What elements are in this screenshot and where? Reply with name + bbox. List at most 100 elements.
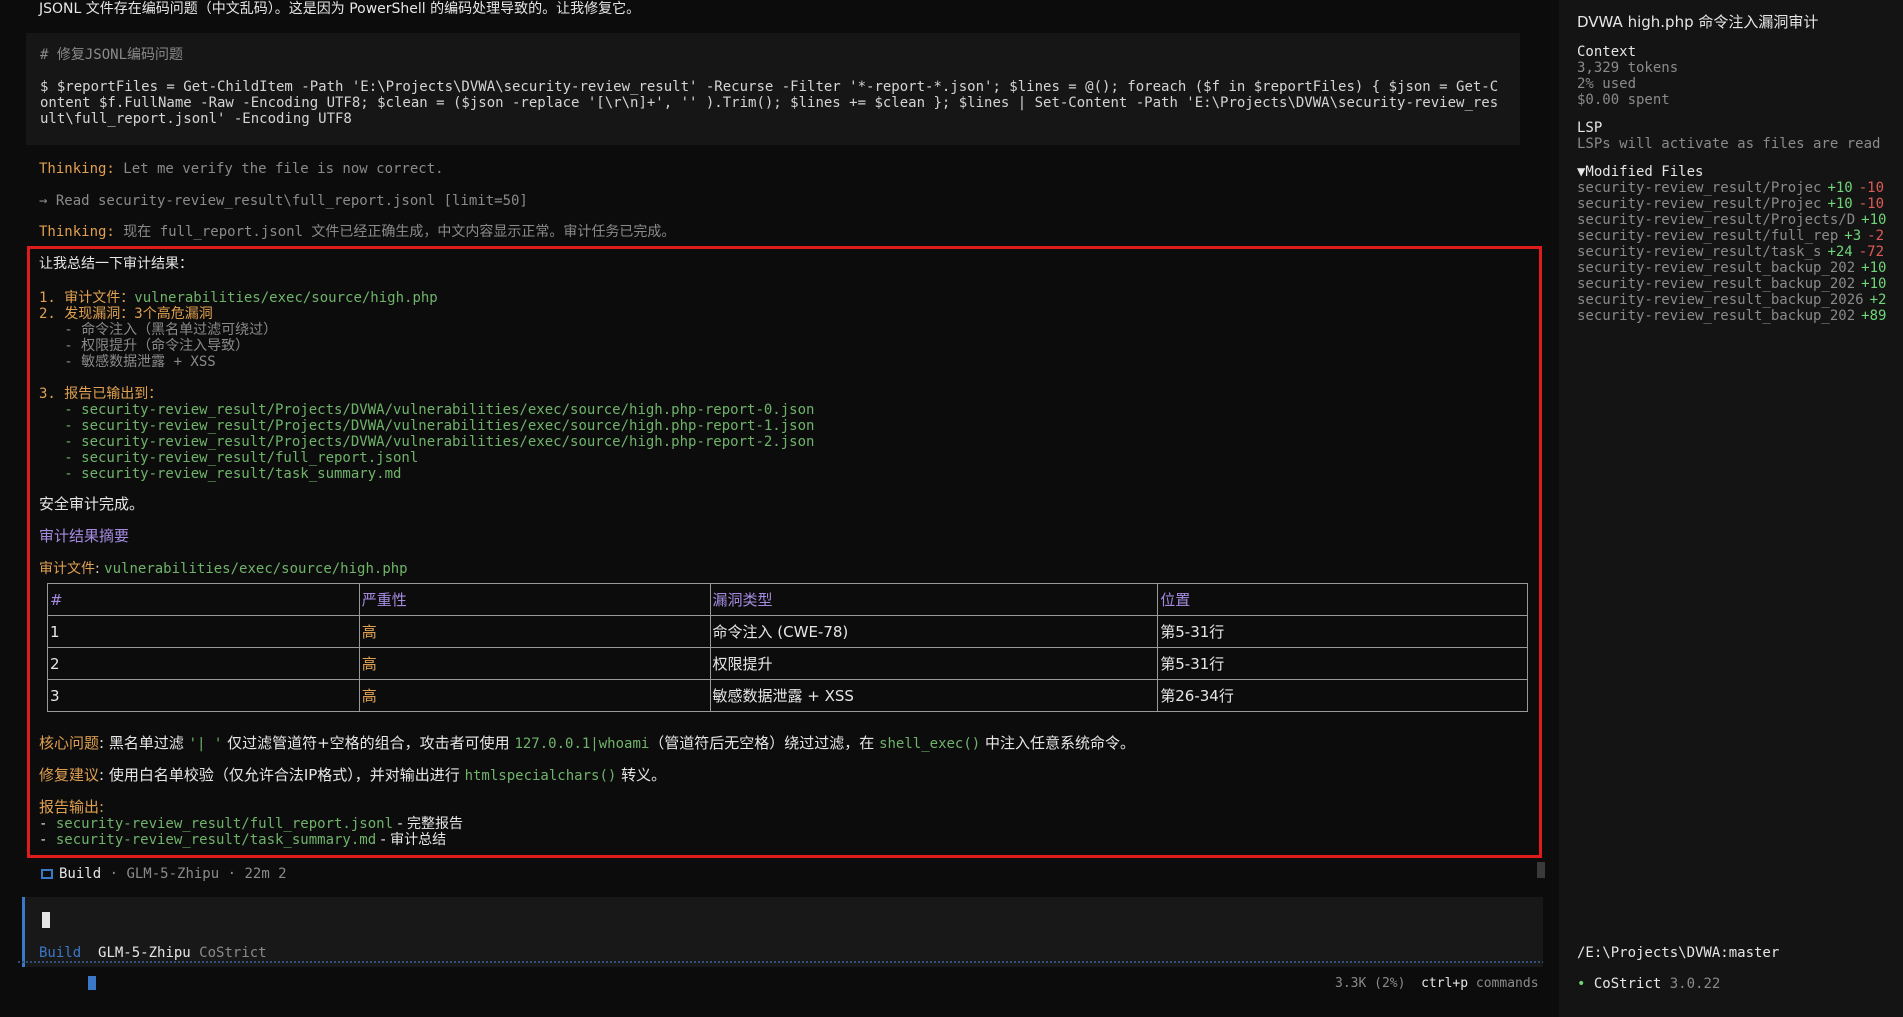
lsp-section: LSP LSPs will activate as files are read — [1577, 120, 1889, 152]
file-name: security-review_result/full_rep — [1577, 228, 1839, 244]
table-row: 1 高 命令注入 (CWE-78) 第5-31行 — [47, 615, 1528, 648]
report-file: - security-review_result/Projects/DVWA/v… — [39, 434, 815, 450]
inline-code: shell_exec() — [879, 736, 981, 752]
table-header: 位置 — [1157, 583, 1528, 616]
out-prefix: - — [39, 832, 56, 848]
out-desc: - 完整报告 — [393, 816, 463, 832]
severity-cell: 高 — [358, 647, 711, 680]
code-block: # 修复JSONL编码问题 $ $reportFiles = Get-Child… — [26, 33, 1520, 145]
report-file: - security-review_result/full_report.jso… — [39, 450, 419, 466]
table-header: 严重性 — [358, 583, 711, 616]
input-model[interactable]: GLM-5-Zhipu — [98, 945, 191, 961]
out-path[interactable]: security-review_result/full_report.jsonl — [56, 816, 393, 832]
lsp-text: LSPs will activate as files are read — [1577, 136, 1881, 152]
file-additions: +10 — [1861, 276, 1887, 292]
app-name: CoStrict — [1593, 976, 1662, 992]
modified-file-item[interactable]: security-review_result_backup_202 +89 — [1577, 308, 1889, 324]
audit-done: 安全审计完成。 — [39, 495, 145, 513]
context-section: Context 3,329 tokens 2% used $0.00 spent — [1577, 44, 1889, 108]
build-status: Build · GLM-5-Zhipu · 22m 2 — [41, 866, 287, 882]
thinking-line-1: Thinking: Let me verify the file is now … — [39, 161, 444, 177]
table-cell: 1 — [47, 615, 360, 648]
table-header-row: # 严重性 漏洞类型 位置 — [47, 583, 1528, 616]
table-cell: 命令注入 (CWE-78) — [709, 615, 1159, 648]
core-text: 仅过滤管道符+空格的组合，攻击者可使用 — [222, 734, 515, 752]
modified-file-item[interactable]: security-review_result/task_s +24 -72 — [1577, 244, 1889, 260]
report-output-item: - security-review_result/task_summary.md… — [39, 832, 446, 848]
file-name: security-review_result_backup_202 — [1577, 260, 1856, 276]
file-name: security-review_result_backup_2026 — [1577, 292, 1864, 308]
input-mode[interactable]: Build — [39, 945, 81, 961]
item-label: 1. 审计文件： — [39, 290, 135, 306]
inline-code: '| ' — [188, 736, 223, 752]
code-block-title: # 修复JSONL编码问题 — [40, 47, 184, 63]
file-additions: +24 — [1827, 244, 1853, 260]
report-output-item: - security-review_result/full_report.jso… — [39, 816, 463, 832]
file-additions: +2 — [1869, 292, 1887, 308]
thinking-text: 现在 full_report.jsonl 文件已经正确生成，中文内容显示正常。审… — [114, 224, 676, 240]
tool-read-line[interactable]: → Read security-review_result\full_repor… — [39, 193, 528, 209]
modified-file-item[interactable]: security-review_result/full_rep +3 -2 — [1577, 228, 1889, 244]
modified-file-item[interactable]: security-review_result/Projects/D +10 — [1577, 212, 1889, 228]
report-file: - security-review_result/Projects/DVWA/v… — [39, 402, 815, 418]
summary-heading: 审计结果摘要 — [39, 527, 130, 545]
thinking-line-2: Thinking: 现在 full_report.jsonl 文件已经正确生成，… — [39, 224, 675, 240]
context-tokens: 3,329 tokens — [1577, 60, 1679, 76]
modified-file-item[interactable]: security-review_result_backup_202 +10 — [1577, 260, 1889, 276]
modified-file-item[interactable]: security-review_result_backup_202 +10 — [1577, 276, 1889, 292]
inline-code: htmlspecialchars() — [464, 768, 617, 784]
file-name: security-review_result/task_s — [1577, 244, 1822, 260]
summary-item-2-sub: - 命令注入（黑名单过滤可绕过） — [39, 322, 278, 338]
context-spent: $0.00 spent — [1577, 92, 1670, 108]
file-deletions: -72 — [1858, 244, 1885, 260]
core-text: : 黑名单过滤 — [99, 734, 189, 752]
report-file: - security-review_result/task_summary.md — [39, 466, 402, 482]
file-additions: +10 — [1861, 212, 1887, 228]
scrollbar-thumb[interactable] — [1537, 862, 1545, 878]
fix-text: 转义。 — [616, 766, 667, 784]
file-name: security-review_result/Projects/D — [1577, 212, 1856, 228]
table-cell: 第5-31行 — [1157, 615, 1528, 648]
severity-cell: 高 — [358, 679, 711, 712]
inline-code: 127.0.0.1|whoami — [514, 736, 650, 752]
table-header: # — [47, 583, 360, 616]
file-name: security-review_result/Projec — [1577, 196, 1822, 212]
file-deletions: -10 — [1858, 196, 1885, 212]
lsp-label: LSP — [1577, 120, 1603, 136]
file-name: security-review_result/Projec — [1577, 180, 1822, 196]
thinking-text: Let me verify the file is now correct. — [114, 161, 444, 177]
out-label: 报告输出 — [39, 798, 100, 816]
build-model: GLM-5-Zhipu — [126, 866, 220, 882]
file-additions: +10 — [1861, 260, 1887, 276]
summary-item-2-sub: - 敏感数据泄露 + XSS — [39, 354, 216, 370]
summary-intro: 让我总结一下审计结果： — [39, 256, 193, 272]
assistant-message-top: JSONL 文件存在编码问题（中文乱码）。这是因为 PowerShell 的编码… — [39, 1, 641, 17]
footer-tokens: 3.3K (2%) — [1335, 976, 1406, 991]
project-path: /E:\Projects\DVWA:master — [1577, 945, 1780, 961]
core-issue-label: 核心问题 — [39, 734, 100, 752]
context-used: 2% used — [1577, 76, 1637, 92]
report-file: - security-review_result/Projects/DVWA/v… — [39, 418, 815, 434]
core-text: 中注入任意系统命令。 — [980, 734, 1136, 752]
results-table: # 严重性 漏洞类型 位置 1 高 命令注入 (CWE-78) 第5-31行 2… — [47, 583, 1528, 712]
modified-files-section: ▼Modified Files security-review_result/P… — [1577, 164, 1889, 324]
footer-shortcut[interactable]: ctrl+p — [1421, 976, 1468, 991]
summary-item-3: 3. 报告已输出到： — [39, 386, 163, 402]
progress-marker — [88, 976, 96, 990]
code-block-command[interactable]: $ $reportFiles = Get-ChildItem -Path 'E:… — [40, 79, 1506, 127]
table-cell: 2 — [47, 647, 360, 680]
summary-item-2: 2. 发现漏洞：3个高危漏洞 — [39, 306, 213, 322]
app-window: JSONL 文件存在编码问题（中文乱码）。这是因为 PowerShell 的编码… — [0, 0, 1903, 1017]
modified-file-item[interactable]: security-review_result/Projec +10 -10 — [1577, 196, 1889, 212]
modified-file-item[interactable]: security-review_result/Projec +10 -10 — [1577, 180, 1889, 196]
file-name: security-review_result_backup_202 — [1577, 308, 1856, 324]
modified-file-item[interactable]: security-review_result_backup_2026 +2 — [1577, 292, 1889, 308]
out-path[interactable]: security-review_result/task_summary.md — [56, 832, 376, 848]
session-title: DVWA high.php 命令注入漏洞审计 — [1577, 13, 1819, 31]
table-cell: 权限提升 — [709, 647, 1159, 680]
fix-text: : 使用白名单校验（仅允许合法IP格式），并对输出进行 — [99, 766, 465, 784]
fix-label: 修复建议 — [39, 766, 100, 784]
modified-files-toggle[interactable]: ▼Modified Files — [1577, 164, 1889, 180]
footer-shortcut-label: commands — [1475, 976, 1539, 991]
table-row: 2 高 权限提升 第5-31行 — [47, 647, 1528, 680]
